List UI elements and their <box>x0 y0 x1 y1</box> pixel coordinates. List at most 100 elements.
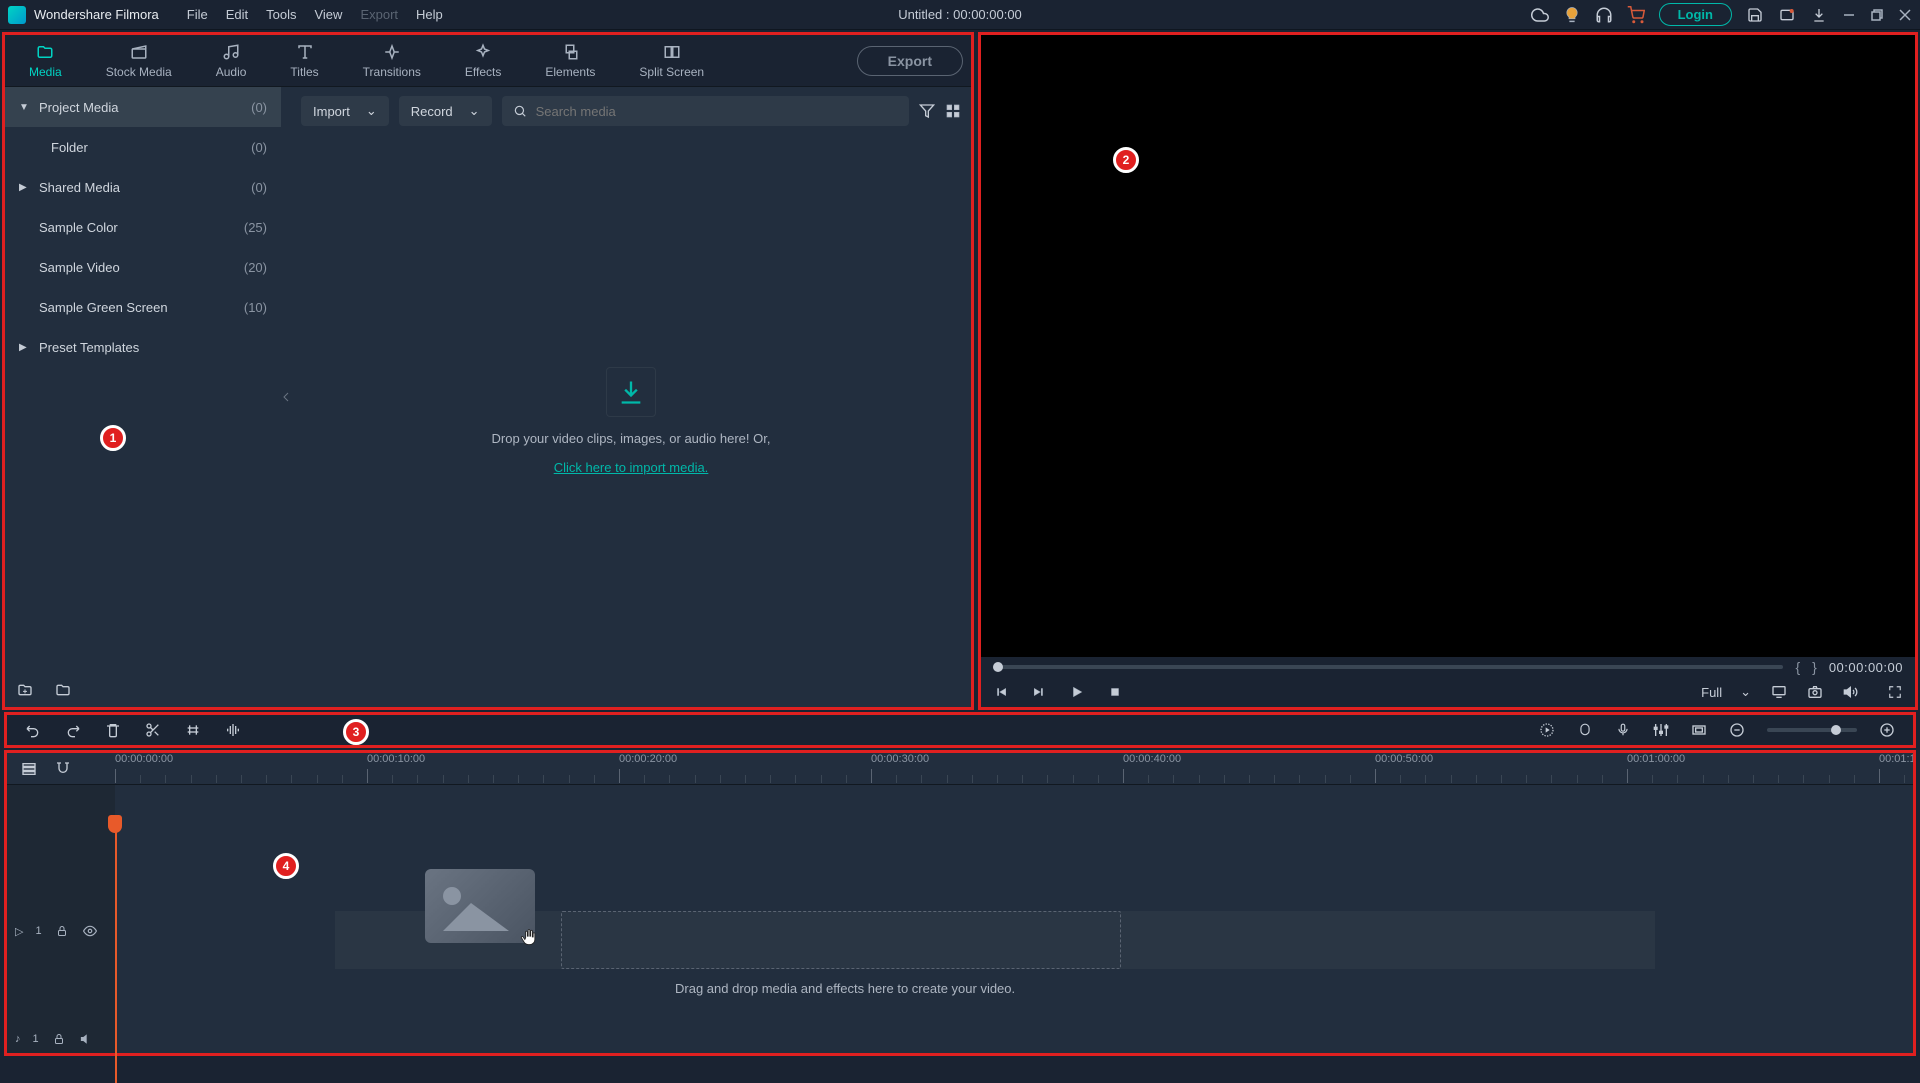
media-sidebar: ▼ Project Media (0) Folder (0) ▶ Shared … <box>5 87 281 707</box>
tips-icon[interactable] <box>1563 6 1581 24</box>
render-button[interactable] <box>1539 722 1555 738</box>
preview-canvas[interactable] <box>981 35 1915 657</box>
menu-help[interactable]: Help <box>416 7 443 22</box>
tab-elements[interactable]: Elements <box>529 39 611 83</box>
login-button[interactable]: Login <box>1659 3 1732 26</box>
redo-button[interactable] <box>65 722 81 738</box>
import-link[interactable]: Click here to import media. <box>554 460 709 475</box>
video-track-header[interactable]: ▷1 <box>7 917 115 945</box>
media-drop-zone[interactable]: Drop your video clips, images, or audio … <box>291 135 971 707</box>
stop-button[interactable] <box>1107 684 1123 700</box>
zoom-out-button[interactable] <box>1729 722 1745 738</box>
lock-icon[interactable] <box>54 923 70 939</box>
filter-icon[interactable] <box>919 103 935 119</box>
tab-media[interactable]: Media <box>13 39 78 83</box>
split-icon <box>663 43 681 61</box>
timeline-tracks[interactable]: Drag and drop media and effects here to … <box>115 785 1913 1053</box>
crop-button[interactable] <box>185 722 201 738</box>
menu-tools[interactable]: Tools <box>266 7 296 22</box>
tab-effects[interactable]: Effects <box>449 39 517 83</box>
timeline-drop-target[interactable] <box>561 911 1121 969</box>
sidebar-item-shared-media[interactable]: ▶ Shared Media (0) <box>5 167 281 207</box>
sidebar-item-label: Folder <box>51 140 251 155</box>
tab-split-screen[interactable]: Split Screen <box>623 39 720 83</box>
annotation-badge-4: 4 <box>273 853 299 879</box>
display-icon[interactable] <box>1771 684 1787 700</box>
track-manager-icon[interactable] <box>21 761 37 777</box>
sidebar-item-project-media[interactable]: ▼ Project Media (0) <box>5 87 281 127</box>
prev-frame-button[interactable] <box>993 684 1009 700</box>
audio-track-header[interactable]: ♪1 <box>7 1025 115 1053</box>
save-icon[interactable] <box>1746 6 1764 24</box>
music-icon <box>222 43 240 61</box>
sidebar-item-preset-templates[interactable]: ▶ Preset Templates <box>5 327 281 367</box>
chevron-down-icon: ▼ <box>19 102 31 113</box>
volume-icon[interactable] <box>1843 684 1859 700</box>
sidebar-item-sample-color[interactable]: Sample Color (25) <box>5 207 281 247</box>
tab-label: Stock Media <box>106 65 172 79</box>
sidebar-collapse-handle[interactable] <box>281 87 291 707</box>
next-frame-button[interactable] <box>1031 684 1047 700</box>
tab-transitions[interactable]: Transitions <box>347 39 437 83</box>
aspect-icon[interactable] <box>1691 722 1707 738</box>
lock-icon[interactable] <box>51 1031 67 1047</box>
sidebar-item-count: (0) <box>251 180 267 195</box>
zoom-in-button[interactable] <box>1879 722 1895 738</box>
tab-audio[interactable]: Audio <box>200 39 263 83</box>
cloud-icon[interactable] <box>1531 6 1549 24</box>
close-button[interactable] <box>1898 8 1912 22</box>
notification-icon[interactable] <box>1778 6 1796 24</box>
fullscreen-icon[interactable] <box>1887 684 1903 700</box>
menu-view[interactable]: View <box>314 7 342 22</box>
tab-label: Transitions <box>363 65 421 79</box>
minimize-button[interactable] <box>1842 8 1856 22</box>
maximize-button[interactable] <box>1870 8 1884 22</box>
clapper-icon <box>130 43 148 61</box>
support-icon[interactable] <box>1595 6 1613 24</box>
tab-stock-media[interactable]: Stock Media <box>90 39 188 83</box>
voiceover-button[interactable] <box>1615 722 1631 738</box>
menu-file[interactable]: File <box>187 7 208 22</box>
import-dropdown[interactable]: Import ⌄ <box>301 96 389 126</box>
drop-zone-text: Drop your video clips, images, or audio … <box>492 431 771 446</box>
sidebar-item-folder[interactable]: Folder (0) <box>5 127 281 167</box>
audio-edit-button[interactable] <box>225 722 241 738</box>
delete-button[interactable] <box>105 722 121 738</box>
tab-label: Audio <box>216 65 247 79</box>
cart-icon[interactable] <box>1627 6 1645 24</box>
play-button[interactable] <box>1069 684 1085 700</box>
annotation-badge-1: 1 <box>100 425 126 451</box>
tab-titles[interactable]: Titles <box>274 39 334 83</box>
mark-out-button[interactable]: } <box>1812 659 1817 675</box>
marker-button[interactable] <box>1577 722 1593 738</box>
import-label: Import <box>313 104 350 119</box>
record-dropdown[interactable]: Record ⌄ <box>399 96 492 126</box>
add-folder-icon[interactable] <box>17 682 33 698</box>
mark-in-button[interactable]: { <box>1795 659 1800 675</box>
grid-view-icon[interactable] <box>945 103 961 119</box>
eye-icon[interactable] <box>82 923 98 939</box>
undo-button[interactable] <box>25 722 41 738</box>
mute-icon[interactable] <box>79 1031 95 1047</box>
snapshot-icon[interactable] <box>1807 684 1823 700</box>
snap-icon[interactable] <box>55 761 71 777</box>
menu-edit[interactable]: Edit <box>226 7 248 22</box>
sidebar-item-label: Sample Green Screen <box>39 300 244 315</box>
mixer-button[interactable] <box>1653 722 1669 738</box>
download-icon[interactable] <box>1810 6 1828 24</box>
sidebar-item-sample-video[interactable]: Sample Video (20) <box>5 247 281 287</box>
preview-quality-dropdown[interactable]: Full ⌄ <box>1701 684 1751 700</box>
export-button[interactable]: Export <box>857 46 963 76</box>
preview-timecode: 00:00:00:00 <box>1829 660 1903 675</box>
search-input-wrapper[interactable] <box>502 96 909 126</box>
project-title: Untitled : 00:00:00:00 <box>898 7 1022 22</box>
timeline-ruler[interactable]: 00:00:00:0000:00:10:0000:00:20:0000:00:3… <box>115 753 1913 784</box>
preview-scrubber[interactable] <box>993 665 1783 669</box>
split-button[interactable] <box>145 722 161 738</box>
import-icon <box>606 367 656 417</box>
search-input[interactable] <box>536 104 899 119</box>
quality-label: Full <box>1701 685 1722 700</box>
zoom-slider[interactable] <box>1767 728 1857 732</box>
sidebar-item-sample-green-screen[interactable]: Sample Green Screen (10) <box>5 287 281 327</box>
folder-icon[interactable] <box>55 682 71 698</box>
